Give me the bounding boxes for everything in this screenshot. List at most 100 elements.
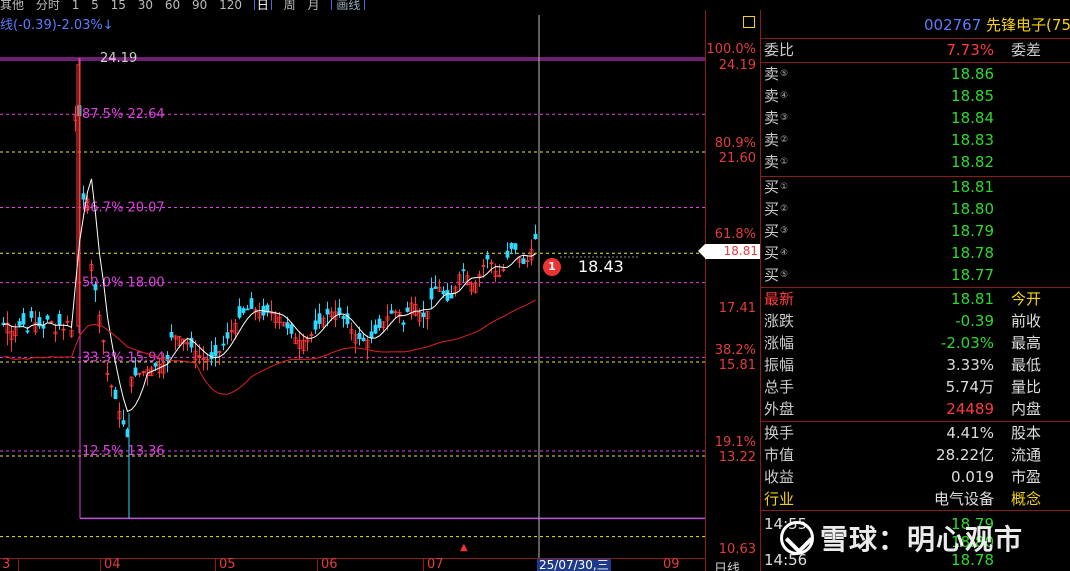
stat-label-2: 最高 [1011,334,1042,352]
weicha-label: 委差 [1011,41,1042,59]
sell-label: 卖 [764,65,780,83]
stat-row[interactable]: 换手 4.41% 股本 [761,422,1070,444]
axis-label-pct-100: 100.0% [706,42,756,57]
stat-label: 行业 [764,490,795,508]
stat-value: 4.41% [946,424,994,442]
sell-level-2[interactable]: 卖 ② 18.83 [761,129,1070,151]
divider [761,510,1070,511]
stat-row[interactable]: 总手 5.74万 量比 [761,376,1070,398]
axis-label-price-1741: 17.41 [718,301,756,316]
candle-body [93,284,98,291]
kline-chart[interactable]: 24.19 87.5% 22.64 66.7% 20.07 50.0% 18.00 33… [0,10,705,558]
weibi-row: 委比 7.73% 委差 [761,39,1070,61]
candle-body [57,314,62,325]
stat-row[interactable]: 振幅 3.33% 最低 [761,354,1070,376]
sell-level-5[interactable]: 卖 ⑤ 18.86 [761,63,1070,85]
toolbar-item-weekly[interactable]: 周 [284,0,296,10]
fib-label-f333: 33.3% 15.94 [82,350,165,365]
stat-row[interactable]: 外盘 24489 内盘 [761,398,1070,420]
axis-label-price-1063: 10.63 [718,542,756,557]
stat-label-2: 市盈 [1011,468,1042,486]
buy-level-number: ④ [780,248,789,258]
stat-row[interactable]: 市值 28.22亿 流通 [761,444,1070,466]
candle-body [401,322,406,325]
candle-body [421,312,426,318]
stat-label: 总手 [764,378,795,396]
candle-body [369,331,374,338]
candle-body [505,250,510,258]
candle-body [317,313,322,324]
toolbar-item-15min[interactable]: 15 [111,0,126,10]
stat-value: 18.81 [951,290,994,308]
stat-row[interactable]: 涨幅 -2.03% 最高 [761,332,1070,354]
axis-label-pct-382: 38.2% [714,343,756,358]
toolbar-item-intraday[interactable]: 分时 [36,0,60,10]
chart-toolbar: 其他 分时 1 5 15 30 60 90 120 日 周 月 画线 [0,0,705,10]
stat-label: 涨跌 [764,312,795,330]
stat-label-2: 内盘 [1011,400,1042,418]
stat-value: 28.22亿 [936,446,994,464]
buy-level-number: ② [780,204,789,214]
buy-label: 买 [764,222,780,240]
buy-level-number: ① [780,182,789,192]
stat-row[interactable]: 收益 0.019 市盈 [761,466,1070,488]
candle-body [509,243,514,249]
buy-price: 18.80 [951,200,994,218]
toolbar-item-5min[interactable]: 5 [91,0,99,10]
date-sep [18,559,19,571]
candle-body [361,337,366,341]
toolbar-item-30min[interactable]: 30 [138,0,153,10]
sell-price: 18.83 [951,131,994,149]
axis-label-price-2160: 21.60 [718,151,756,166]
sell-level-number: ① [780,157,789,167]
buy-level-4[interactable]: 买 ④ 18.78 [761,242,1070,264]
candle-body [121,420,126,425]
toolbar-item-1min[interactable]: 1 [72,0,80,10]
candle-body [289,324,294,334]
sell-level-1[interactable]: 卖 ① 18.82 [761,151,1070,173]
annotation-marker[interactable]: 1 [543,258,561,276]
stat-row[interactable]: 最新 18.81 今开 [761,288,1070,310]
stat-label: 外盘 [764,400,795,418]
cursor-date: 25/07/30,三 [537,558,611,571]
snowball-logo-icon [780,521,814,555]
stat-row[interactable]: 涨跌 -0.39 前收 [761,310,1070,332]
candle-body [285,322,290,329]
stat-value: 24489 [946,400,994,418]
candle-body [337,307,342,315]
stat-label-2: 今开 [1011,290,1042,308]
annotation-price: 18.43 [578,257,624,276]
date-sep [317,559,318,571]
buy-label: 买 [764,178,780,196]
toolbar-item-monthly[interactable]: 月 [307,0,319,10]
candle-body [169,332,174,338]
axis-label-pct-809: 80.9% [714,136,756,151]
toolbar-item-daily[interactable]: 日 [253,0,272,10]
sell-level-3[interactable]: 卖 ③ 18.84 [761,107,1070,129]
fib-label-f125: 12.5% 13.36 [82,444,165,459]
buy-level-5[interactable]: 买 ⑤ 18.77 [761,264,1070,286]
panel-toggle-icon[interactable] [743,16,755,28]
draw-line-button[interactable]: 画线 [331,0,366,10]
stat-label-2: 概念 [1011,490,1042,508]
toolbar-item-120min[interactable]: 120 [219,0,242,10]
sell-level-4[interactable]: 卖 ④ 18.85 [761,85,1070,107]
sell-price: 18.84 [951,109,994,127]
date-tick-05: 05 [219,557,236,571]
buy-level-2[interactable]: 买 ② 18.80 [761,198,1070,220]
candle-body [237,306,242,318]
stock-code: 002767 [924,16,982,34]
candle-body [513,243,518,250]
buy-level-3[interactable]: 买 ③ 18.79 [761,220,1070,242]
stat-row[interactable]: 行业 电气设备 概念 [761,488,1070,510]
stat-label-2: 量比 [1011,378,1042,396]
stat-label: 收益 [764,468,795,486]
buy-level-number: ⑤ [780,270,789,280]
candle-body [221,343,226,346]
toolbar-item-other[interactable]: 其他 [0,0,24,10]
candle-body [313,320,318,330]
buy-level-1[interactable]: 买 ① 18.81 [761,176,1070,198]
toolbar-item-90min[interactable]: 90 [192,0,207,10]
period-tab-daily[interactable]: 日线 [714,558,740,571]
toolbar-item-60min[interactable]: 60 [165,0,180,10]
